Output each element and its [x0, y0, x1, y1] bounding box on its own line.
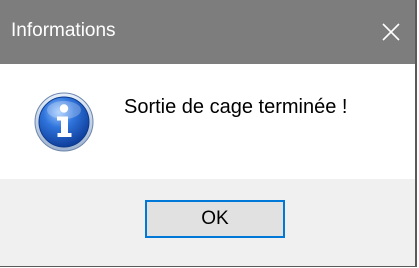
message-dialog: Informations Sortie de cage terminée ! O…	[0, 0, 417, 267]
dialog-message: Sortie de cage terminée !	[124, 96, 348, 118]
close-button[interactable]	[368, 12, 414, 52]
title-bar[interactable]: Informations	[0, 0, 415, 64]
info-icon	[34, 92, 94, 152]
ok-button-label: OK	[201, 208, 229, 229]
dialog-footer: OK	[0, 179, 415, 266]
ok-button[interactable]: OK	[145, 200, 285, 238]
close-icon	[382, 23, 400, 41]
window-title: Informations	[11, 20, 116, 41]
dialog-content: Sortie de cage terminée !	[0, 64, 415, 179]
